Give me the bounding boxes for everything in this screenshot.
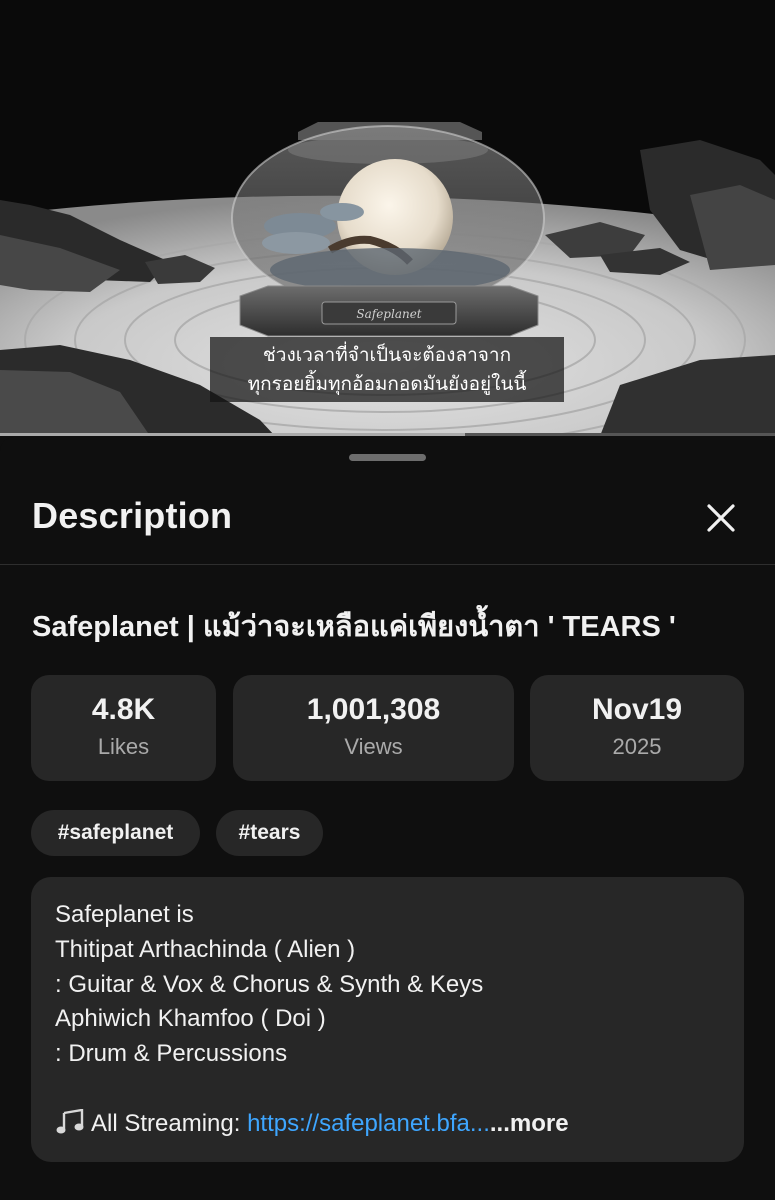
header-divider bbox=[0, 564, 775, 565]
views-stat: 1,001,308 Views bbox=[233, 675, 514, 781]
description-line: Thitipat Arthachinda ( Alien ) bbox=[55, 936, 356, 963]
description-line: Aphiwich Khamfoo ( Doi ) bbox=[55, 1005, 326, 1032]
close-button[interactable] bbox=[700, 497, 742, 539]
video-progress-played bbox=[0, 433, 465, 436]
description-sheet: Description Safeplanet | แม้ว่าจะเหลือแค… bbox=[0, 437, 775, 1200]
drag-handle[interactable] bbox=[349, 454, 426, 461]
video-caption: ช่วงเวลาที่จำเป็นจะต้องลาจาก ทุกรอยยิ้มท… bbox=[210, 337, 564, 402]
close-icon bbox=[707, 504, 735, 532]
description-line: : Guitar & Vox & Chorus & Synth & Keys bbox=[55, 971, 484, 998]
description-line: : Drum & Percussions bbox=[55, 1040, 288, 1067]
bowl-logo: Safeplanet bbox=[356, 307, 421, 321]
streaming-line: All Streaming: https://safeplanet.bfa...… bbox=[55, 1109, 569, 1138]
description-box[interactable]: Safeplanet is Thitipat Arthachinda ( Ali… bbox=[31, 877, 744, 1162]
music-note-icon bbox=[56, 1109, 84, 1134]
date-stat: Nov19 2025 bbox=[530, 675, 744, 781]
hashtag-chip-tears[interactable]: #tears bbox=[216, 810, 323, 856]
video-title: Safeplanet | แม้ว่าจะเหลือแค่เพียงน้ำตา … bbox=[32, 611, 676, 643]
more-button[interactable]: ...more bbox=[490, 1110, 569, 1137]
hashtag-chip-safeplanet[interactable]: #safeplanet bbox=[31, 810, 200, 856]
streaming-link[interactable]: https://safeplanet.bfa... bbox=[247, 1110, 490, 1137]
caption-line-1: ช่วงเวลาที่จำเป็นจะต้องลาจาก bbox=[262, 344, 512, 366]
views-label: Views bbox=[344, 734, 403, 759]
sheet-title: Description bbox=[32, 495, 233, 536]
date-year: 2025 bbox=[612, 734, 662, 759]
streaming-label: All Streaming: bbox=[91, 1110, 248, 1137]
likes-value: 4.8K bbox=[91, 693, 156, 726]
date-value: Nov19 bbox=[591, 693, 683, 726]
caption-line-2: ทุกรอยยิ้มทุกอ้อมกอดมันยังอยู่ในนี้ bbox=[247, 373, 527, 395]
likes-stat: 4.8K Likes bbox=[31, 675, 216, 781]
description-line: Safeplanet is bbox=[55, 901, 194, 928]
video-player[interactable]: Safeplanet ช่วงเวลาที่จำเป็นจะต้องลาจาก … bbox=[0, 0, 775, 436]
video-progress-bar[interactable] bbox=[0, 433, 775, 436]
views-value: 1,001,308 bbox=[306, 693, 441, 726]
likes-label: Likes bbox=[97, 734, 150, 759]
